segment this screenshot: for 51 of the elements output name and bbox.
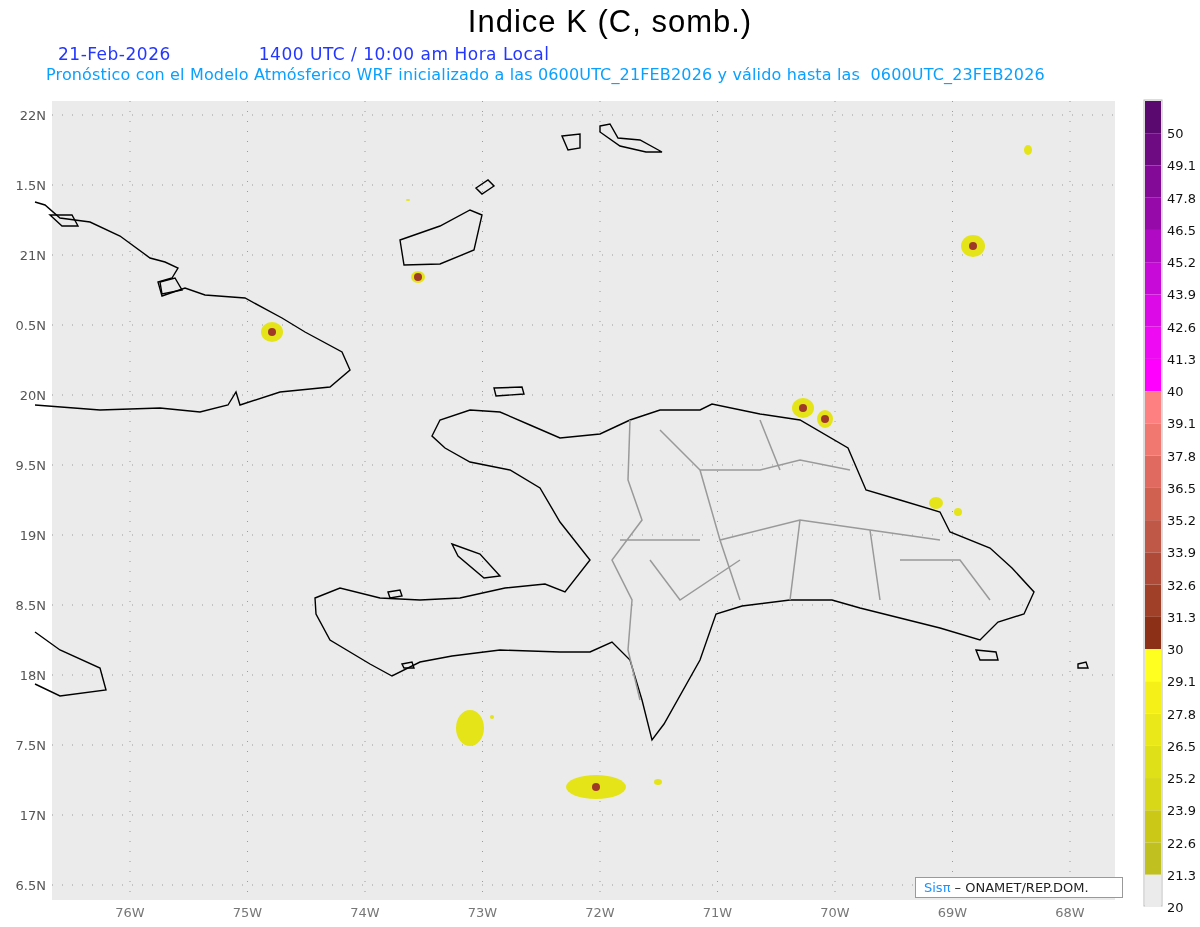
colorbar-label: 27.8 — [1167, 706, 1196, 722]
longitude-label: 72W — [585, 905, 615, 920]
longitude-label: 69W — [937, 905, 968, 920]
longitude-label: 74W — [350, 905, 380, 920]
colorbar-label: 30 — [1167, 642, 1184, 658]
colorbar-label: 32.6 — [1167, 577, 1196, 593]
colorbar-label: 37.8 — [1167, 448, 1196, 464]
latitude-label: 8.5N — [15, 598, 46, 613]
colorbar-label: 41.3 — [1167, 351, 1196, 367]
colorbar-label: 25.2 — [1167, 771, 1196, 787]
latitude-label: 9.5N — [15, 458, 46, 473]
colorbar-label: 22.6 — [1167, 835, 1196, 851]
colorbar-label: 29.1 — [1167, 674, 1196, 690]
latitude-label: 19N — [19, 528, 46, 543]
latitude-label: 6.5N — [15, 878, 46, 893]
time-label: 1400 UTC / 10:00 am Hora Local — [258, 43, 550, 65]
longitude-label: 76W — [115, 905, 145, 920]
longitude-label: 75W — [232, 905, 263, 920]
colorbar-label: 47.8 — [1167, 190, 1196, 206]
latitude-label: 0.5N — [15, 318, 46, 333]
colorbar-label: 50 — [1167, 126, 1184, 142]
colorbar-label: 49.1 — [1167, 158, 1196, 174]
colorbar-label: 31.3 — [1167, 609, 1196, 625]
colorbar-label: 33.9 — [1167, 545, 1196, 561]
latitude-label: 20N — [19, 388, 46, 403]
latitude-label: 18N — [19, 668, 46, 683]
colorbar-label: 21.3 — [1167, 867, 1196, 883]
latitude-label: 7.5N — [15, 738, 46, 753]
colorbar-label: 40 — [1167, 384, 1184, 400]
latitude-label: 1.5N — [15, 178, 46, 193]
longitude-label: 73W — [467, 905, 498, 920]
colorbar-label: 42.6 — [1167, 319, 1196, 335]
longitude-label: 70W — [820, 905, 850, 920]
longitude-label: 71W — [702, 905, 733, 920]
colorbar-label: 23.9 — [1167, 803, 1196, 819]
chart-title: Indice K (C, somb.) — [467, 3, 753, 41]
latitude-label: 21N — [19, 248, 46, 263]
credit-label: Sisπ – ONAMET/REP.DOM. — [915, 877, 1123, 898]
colorbar-label: 35.2 — [1167, 513, 1196, 529]
colorbar-label: 39.1 — [1167, 416, 1196, 432]
colorbar-label: 26.5 — [1167, 738, 1196, 754]
latitude-label: 17N — [19, 808, 46, 823]
subtitle: Pronóstico con el Modelo Atmósferico WRF inicializado a las 0600UTC_21FEB2026 y válido hasta las 0600UTC_23FEB2026 — [46, 65, 1046, 85]
colorbar-label: 46.5 — [1167, 222, 1196, 238]
colorbar-label: 36.5 — [1167, 480, 1196, 496]
colorbar-label: 43.9 — [1167, 287, 1196, 303]
colorbar-label: 45.2 — [1167, 255, 1196, 271]
longitude-label: 68W — [1055, 905, 1085, 920]
date-label: 21-Feb-2026 — [58, 43, 171, 65]
colorbar-label: 20 — [1167, 900, 1184, 915]
latitude-label: 22N — [19, 108, 46, 123]
